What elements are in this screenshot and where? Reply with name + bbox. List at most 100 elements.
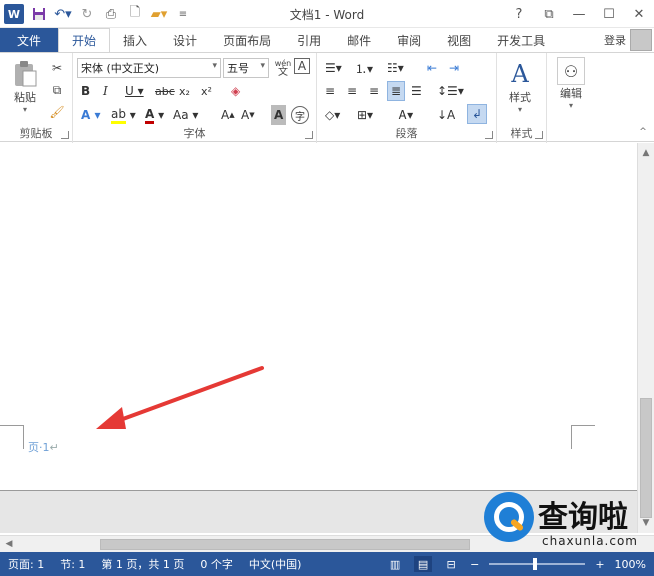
paragraph-launcher-icon[interactable]: [485, 131, 493, 139]
restore-button[interactable]: ☐: [594, 0, 624, 28]
copy-icon[interactable]: ⧉: [48, 81, 66, 99]
character-border-icon[interactable]: A: [294, 58, 310, 74]
status-word-count[interactable]: 0 个字: [192, 556, 241, 572]
align-left-icon[interactable]: ≡: [325, 81, 335, 101]
highlight-color-icon[interactable]: ab ▾: [111, 105, 136, 125]
watermark: 查询啦 chaxunla.com: [476, 490, 654, 560]
help-button[interactable]: ?: [504, 0, 534, 28]
tab-design[interactable]: 设计: [160, 28, 210, 52]
paragraph-mark: ↵: [49, 441, 59, 454]
subscript-icon[interactable]: x₂: [179, 81, 190, 101]
chevron-down-icon[interactable]: ▾: [212, 61, 217, 71]
show-marks-icon[interactable]: ↲: [467, 104, 488, 124]
avatar[interactable]: [630, 29, 652, 51]
numbering-icon[interactable]: ⒈▾: [355, 58, 373, 78]
strikethrough-icon[interactable]: abc: [155, 81, 175, 101]
text-effects-icon[interactable]: A ▾: [81, 105, 101, 125]
vertical-scrollbar[interactable]: ▲ ▼: [637, 143, 654, 533]
tab-insert[interactable]: 插入: [110, 28, 160, 52]
editing-button[interactable]: ⚇ 编辑 ▾: [557, 57, 585, 110]
change-case-icon[interactable]: Aa ▾: [173, 105, 198, 125]
italic-icon[interactable]: I: [103, 81, 108, 101]
horizontal-scroll-thumb[interactable]: [100, 539, 470, 550]
cut-icon[interactable]: ✂: [48, 59, 66, 77]
format-painter-icon[interactable]: 🖌: [48, 103, 66, 121]
distributed-icon[interactable]: ☰: [411, 81, 422, 101]
footer-page-number[interactable]: 页·1↵: [28, 439, 59, 455]
superscript-icon[interactable]: x²: [201, 81, 212, 101]
styles-launcher-icon[interactable]: [535, 131, 543, 139]
tab-review[interactable]: 审阅: [384, 28, 434, 52]
status-page[interactable]: 页面: 1: [0, 556, 52, 572]
bold-icon[interactable]: B: [81, 81, 90, 101]
justify-icon[interactable]: ≣: [387, 81, 406, 101]
print-layout-icon[interactable]: ▤: [414, 556, 433, 572]
print-preview-icon[interactable]: ⎙: [102, 5, 120, 23]
customize-qat-icon[interactable]: ≡: [174, 5, 192, 23]
tab-page-layout[interactable]: 页面布局: [210, 28, 284, 52]
chevron-down-icon: ▾: [568, 101, 573, 110]
align-right-icon[interactable]: ≡: [369, 81, 379, 101]
scroll-up-icon[interactable]: ▲: [638, 145, 654, 161]
title-bar: W ↶▾ ↻ ⎙ 🗋 ▰▾ ≡ 文档1 - Word ? ⧉ — ☐ ✕: [0, 0, 654, 28]
tab-developer[interactable]: 开发工具: [484, 28, 558, 52]
borders-icon[interactable]: ⊞▾: [357, 105, 373, 125]
sort-icon[interactable]: ↓A: [437, 105, 455, 125]
shading-icon[interactable]: ◇▾: [325, 105, 340, 125]
increase-indent-icon[interactable]: ⇥: [449, 58, 459, 78]
underline-icon[interactable]: U ▾: [125, 81, 144, 101]
tab-mailings[interactable]: 邮件: [334, 28, 384, 52]
zoom-slider[interactable]: [489, 558, 586, 570]
undo-icon[interactable]: ↶▾: [54, 5, 72, 23]
status-page-of[interactable]: 第 1 页，共 1 页: [93, 556, 192, 572]
ribbon-display-options-button[interactable]: ⧉: [534, 0, 564, 28]
word-logo-icon: W: [4, 4, 24, 24]
styles-group: A 样式 ▾ 样式: [497, 53, 547, 143]
grow-font-icon[interactable]: A ▲: [221, 105, 235, 125]
web-layout-icon[interactable]: ⊟: [442, 556, 460, 572]
line-spacing-icon[interactable]: ↕☰▾: [437, 81, 464, 101]
font-launcher-icon[interactable]: [305, 131, 313, 139]
read-mode-icon[interactable]: ▥: [386, 556, 404, 572]
styles-icon: A: [511, 60, 529, 88]
status-section[interactable]: 节: 1: [52, 556, 93, 572]
tab-home[interactable]: 开始: [58, 28, 111, 52]
clipboard-group: 粘贴 ▾ ✂ ⧉ 🖌 剪贴板: [0, 53, 73, 143]
styles-button[interactable]: A 样式 ▾: [505, 59, 535, 114]
phonetic-guide-icon[interactable]: wén 文: [273, 57, 293, 79]
clipboard-launcher-icon[interactable]: [61, 131, 69, 139]
open-folder-icon[interactable]: ▰▾: [150, 5, 168, 23]
chevron-down-icon[interactable]: ▾: [260, 61, 265, 71]
redo-icon[interactable]: ↻: [78, 5, 96, 23]
enclose-characters-icon[interactable]: 字: [291, 106, 309, 124]
tab-references[interactable]: 引用: [284, 28, 334, 52]
shrink-font-icon[interactable]: A ▼: [241, 105, 255, 125]
decrease-indent-icon[interactable]: ⇤: [427, 58, 437, 78]
right-crop-mark: [571, 425, 595, 449]
new-document-icon[interactable]: 🗋: [126, 5, 144, 23]
font-name-value: 宋体 (中文正文): [81, 62, 160, 75]
multilevel-list-icon[interactable]: ☷▾: [387, 58, 404, 78]
align-center-icon[interactable]: ≡: [347, 81, 357, 101]
status-language[interactable]: 中文(中国): [241, 556, 310, 572]
font-color-icon[interactable]: A ▾: [145, 105, 164, 125]
font-size-combo[interactable]: 五号 ▾: [223, 58, 269, 78]
clear-formatting-icon[interactable]: ◈: [231, 81, 240, 101]
character-shading-icon[interactable]: A: [271, 105, 287, 125]
font-name-combo[interactable]: 宋体 (中文正文) ▾: [77, 58, 221, 78]
login-link[interactable]: 登录: [604, 32, 626, 48]
scroll-left-icon[interactable]: ◀: [2, 537, 16, 551]
close-button[interactable]: ✕: [624, 0, 654, 28]
tab-view[interactable]: 视图: [434, 28, 484, 52]
phonetic-bottom: 文: [278, 67, 288, 78]
asian-layout-icon[interactable]: Ꭺ▾: [399, 105, 413, 125]
save-icon[interactable]: [30, 5, 48, 23]
minimize-button[interactable]: —: [564, 0, 594, 28]
bullets-icon[interactable]: ☰▾: [325, 58, 342, 78]
editing-label: 编辑: [560, 87, 582, 100]
footer-text: 页·1: [28, 441, 50, 454]
collapse-ribbon-icon[interactable]: ^: [634, 123, 652, 141]
font-size-value: 五号: [227, 62, 249, 75]
tab-file[interactable]: 文件: [0, 28, 59, 52]
paste-button[interactable]: 粘贴 ▾: [10, 59, 40, 114]
